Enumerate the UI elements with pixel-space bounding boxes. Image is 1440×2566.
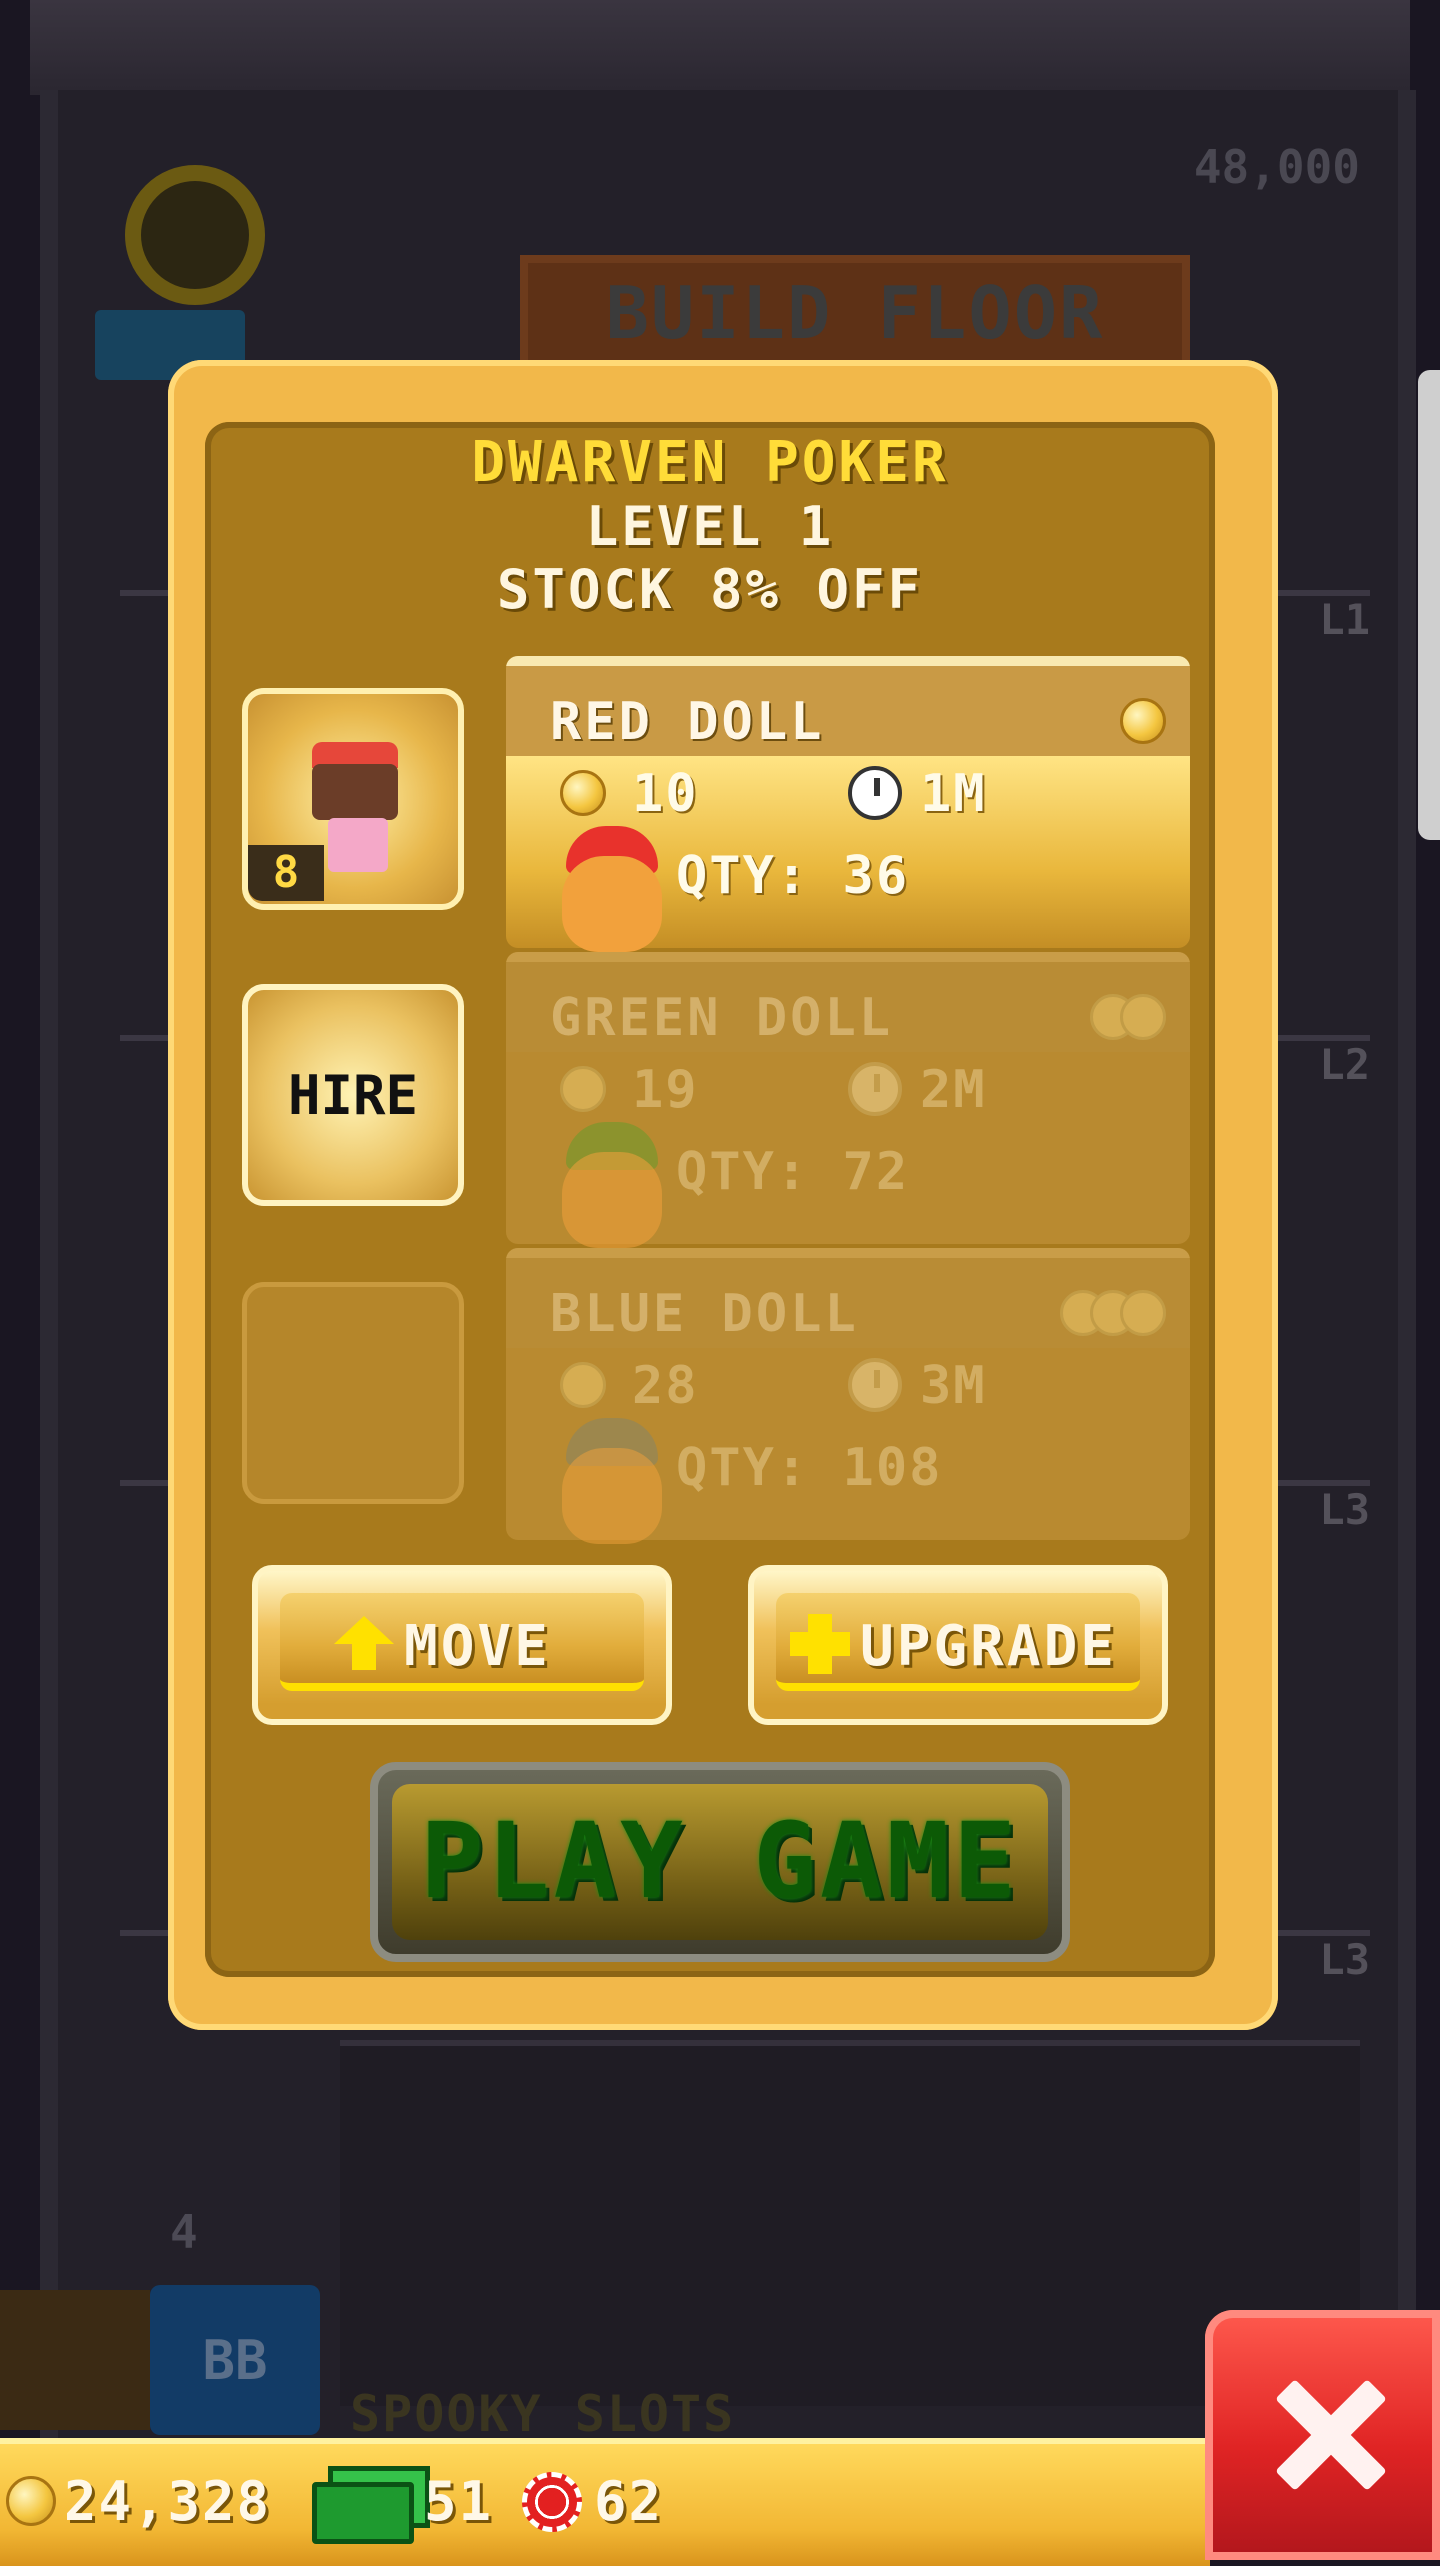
product-name: GREEN DOLL	[550, 988, 894, 1048]
product-cost: 19	[632, 1060, 699, 1120]
coin-icon	[6, 2476, 56, 2526]
stock-tier-coin-icon	[1120, 698, 1166, 744]
product-time: 3M	[920, 1356, 987, 1416]
bitbook-label: BB	[202, 2328, 268, 2392]
clock-icon	[848, 1358, 902, 1412]
floor-name: SPOOKY SLOTS	[350, 2385, 736, 2443]
elevator-floor-number: 4	[170, 2205, 198, 2259]
tower-roof	[30, 0, 1410, 95]
product-name: BLUE DOLL	[550, 1284, 859, 1344]
play-game-label: PLAY GAME	[420, 1800, 1020, 1922]
floor-level: LEVEL 1	[585, 495, 835, 558]
floor-tag: L3	[1319, 1935, 1370, 1984]
bux-balance: 51	[424, 2470, 494, 2533]
business-name: DWARVEN POKER	[471, 430, 949, 495]
worker-slot-3	[242, 1282, 464, 1504]
raffle-button[interactable]	[0, 2290, 150, 2430]
hire-button[interactable]: HIRE	[242, 984, 464, 1206]
blue-doll-icon	[562, 1448, 662, 1544]
floor-tag: L1	[1319, 595, 1370, 644]
stock-tier-coin-icon	[1120, 994, 1166, 1040]
hire-label: HIRE	[287, 1063, 419, 1127]
arrow-up-icon	[334, 1616, 394, 1644]
red-doll-icon	[562, 856, 662, 952]
arrow-up-icon-stem	[352, 1644, 376, 1670]
chip-icon	[522, 2472, 582, 2532]
worker-body	[328, 818, 388, 872]
floor-tag: L2	[1319, 1040, 1370, 1089]
product-cost: 28	[632, 1356, 699, 1416]
worker-level-badge: 8	[248, 845, 324, 901]
floor-cost: 48,000	[1193, 140, 1360, 194]
chip-balance: 62	[594, 2470, 664, 2533]
stock-discount: STOCK 8% OFF	[496, 558, 924, 621]
side-scroll-handle[interactable]	[1418, 370, 1440, 840]
close-icon	[1275, 2380, 1385, 2490]
product-cost: 10	[632, 764, 699, 824]
green-doll-icon	[562, 1152, 662, 1248]
coin-icon	[560, 1066, 606, 1112]
product-time: 1M	[920, 764, 987, 824]
plus-icon-vertical	[808, 1614, 832, 1674]
bux-icon	[312, 2482, 414, 2544]
clock-icon	[848, 1062, 902, 1116]
build-floor-label: BUILD FLOOR	[605, 270, 1105, 355]
product-quantity: QTY: 72	[676, 1142, 910, 1202]
floor-tag: L3	[1319, 1485, 1370, 1534]
elevator-wheel-icon	[125, 165, 265, 305]
build-floor-button[interactable]: BUILD FLOOR	[520, 255, 1190, 370]
product-quantity: QTY: 36	[676, 846, 910, 906]
worker-avatar	[312, 764, 398, 820]
coin-balance: 24,328	[64, 2470, 272, 2533]
product-quantity: QTY: 108	[676, 1438, 943, 1498]
coin-icon	[560, 1362, 606, 1408]
upgrade-label: UPGRADE	[860, 1614, 1118, 1679]
move-label: MOVE	[404, 1614, 551, 1679]
coin-icon	[560, 770, 606, 816]
product-name: RED DOLL	[550, 692, 825, 752]
clock-icon	[848, 766, 902, 820]
bitbook-button[interactable]: BB	[150, 2285, 320, 2435]
product-time: 2M	[920, 1060, 987, 1120]
stock-tier-coin-icon	[1120, 1290, 1166, 1336]
